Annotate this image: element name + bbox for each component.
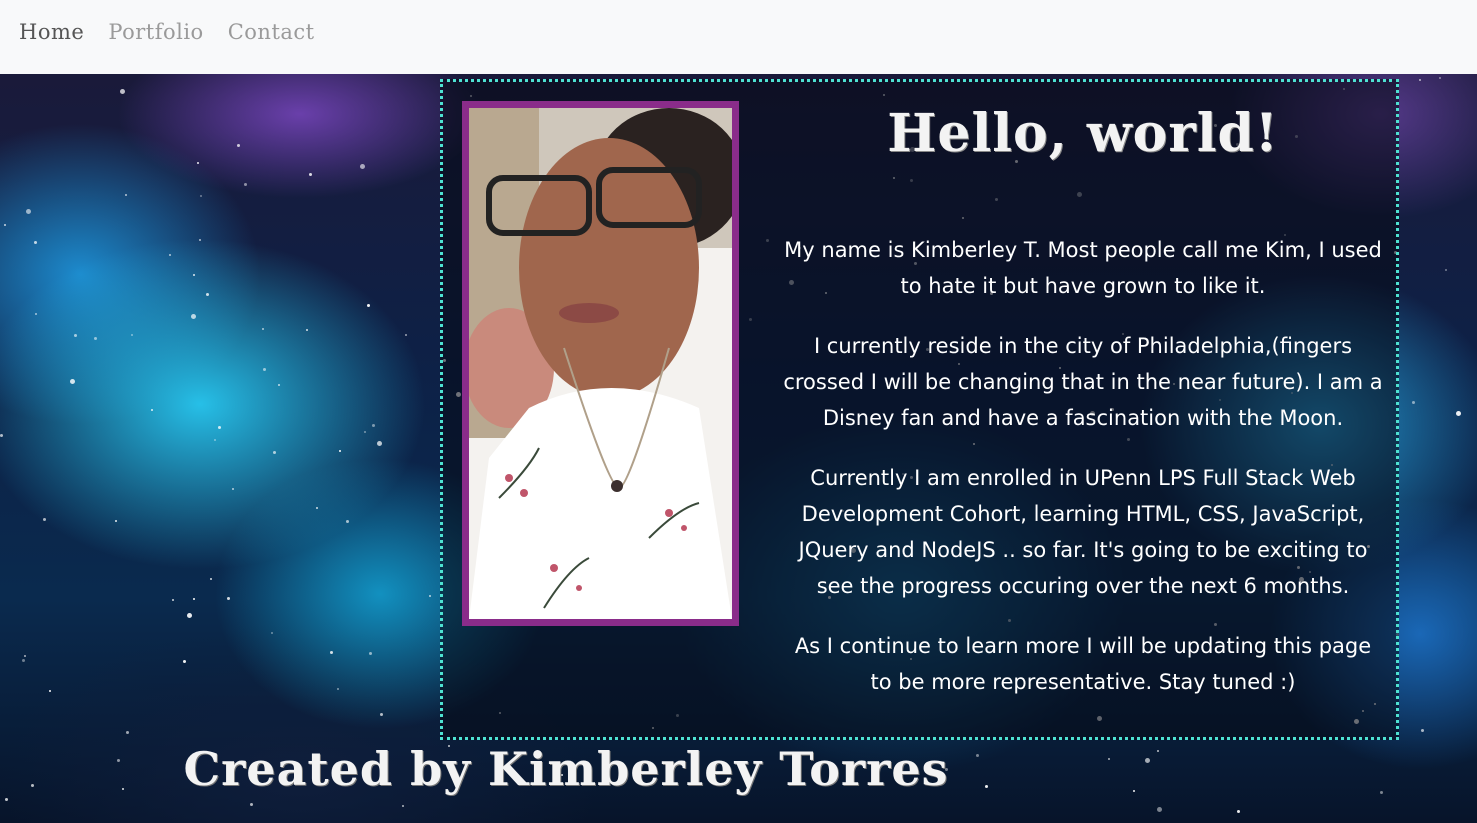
about-paragraph-3: Currently I am enrolled in UPenn LPS Ful… xyxy=(798,466,1368,598)
star-decoration xyxy=(120,89,125,94)
star-decoration xyxy=(337,688,339,690)
star-decoration xyxy=(1380,791,1383,794)
footer-credit: Created by Kimberley Torres xyxy=(183,742,949,796)
star-decoration xyxy=(367,304,370,307)
star-decoration xyxy=(200,195,202,197)
star-decoration xyxy=(360,164,365,169)
star-decoration xyxy=(94,337,97,340)
star-decoration xyxy=(218,426,221,429)
star-decoration xyxy=(1412,401,1415,404)
profile-photo xyxy=(469,108,732,619)
star-decoration xyxy=(380,713,383,716)
star-decoration xyxy=(1157,807,1162,812)
star-decoration xyxy=(1237,810,1240,813)
star-decoration xyxy=(191,314,196,319)
profile-photo-frame xyxy=(462,101,739,626)
star-decoration xyxy=(24,655,26,657)
star-decoration xyxy=(74,334,77,337)
star-decoration xyxy=(372,424,375,427)
star-decoration xyxy=(1145,758,1150,763)
navbar: Home Portfolio Contact xyxy=(0,0,1477,74)
star-decoration xyxy=(244,183,247,186)
star-decoration xyxy=(193,274,195,276)
star-decoration xyxy=(405,334,407,336)
nav-link-home[interactable]: Home xyxy=(19,21,84,53)
star-decoration xyxy=(199,239,201,241)
star-decoration xyxy=(364,431,366,433)
star-decoration xyxy=(131,334,133,336)
about-paragraph-1: My name is Kimberley T. Most people call… xyxy=(784,238,1382,298)
star-decoration xyxy=(1133,790,1135,792)
star-decoration xyxy=(210,578,212,580)
star-decoration xyxy=(49,690,51,692)
star-decoration xyxy=(237,144,240,147)
star-decoration xyxy=(183,660,186,663)
star-decoration xyxy=(1456,411,1461,416)
star-decoration xyxy=(429,595,431,597)
star-decoration xyxy=(227,597,230,600)
star-decoration xyxy=(306,329,308,331)
star-decoration xyxy=(22,659,25,662)
star-decoration xyxy=(26,209,31,214)
about-text: Hello, world! My name is Kimberley T. Mo… xyxy=(783,98,1383,724)
star-decoration xyxy=(125,194,127,196)
star-decoration xyxy=(271,632,273,634)
star-decoration xyxy=(339,450,341,452)
star-decoration xyxy=(0,434,3,437)
star-decoration xyxy=(34,241,37,244)
star-decoration xyxy=(5,798,8,801)
star-decoration xyxy=(1419,79,1421,81)
about-paragraph-4: As I continue to learn more I will be up… xyxy=(794,634,1372,694)
star-decoration xyxy=(316,507,318,509)
star-decoration xyxy=(1157,750,1159,752)
nav-link-contact[interactable]: Contact xyxy=(228,21,315,53)
star-decoration xyxy=(1421,729,1424,732)
star-decoration xyxy=(263,368,266,371)
star-decoration xyxy=(206,293,209,296)
star-decoration xyxy=(1445,269,1447,271)
star-decoration xyxy=(250,803,253,806)
star-decoration xyxy=(377,441,382,446)
star-decoration xyxy=(126,731,129,734)
star-decoration xyxy=(278,384,280,386)
star-decoration xyxy=(197,162,199,164)
star-decoration xyxy=(151,409,153,411)
star-decoration xyxy=(273,451,276,454)
star-decoration xyxy=(35,313,37,315)
star-decoration xyxy=(43,518,46,521)
page-title: Hello, world! xyxy=(887,103,1279,164)
star-decoration xyxy=(193,598,195,600)
star-decoration xyxy=(402,805,404,807)
star-decoration xyxy=(214,439,216,441)
nav-link-portfolio[interactable]: Portfolio xyxy=(108,21,203,53)
star-decoration xyxy=(330,651,333,654)
star-decoration xyxy=(232,488,234,490)
star-decoration xyxy=(70,379,75,384)
star-decoration xyxy=(369,652,372,655)
star-decoration xyxy=(309,173,312,176)
star-decoration xyxy=(172,599,174,601)
about-paragraph-2: I currently reside in the city of Philad… xyxy=(783,334,1383,430)
star-decoration xyxy=(115,520,117,522)
star-decoration xyxy=(169,254,171,256)
star-decoration xyxy=(262,328,264,330)
star-decoration xyxy=(187,613,192,618)
star-decoration xyxy=(1439,77,1441,79)
about-section: Hello, world! My name is Kimberley T. Mo… xyxy=(440,79,1399,740)
star-decoration xyxy=(4,224,6,226)
star-decoration xyxy=(346,520,349,523)
